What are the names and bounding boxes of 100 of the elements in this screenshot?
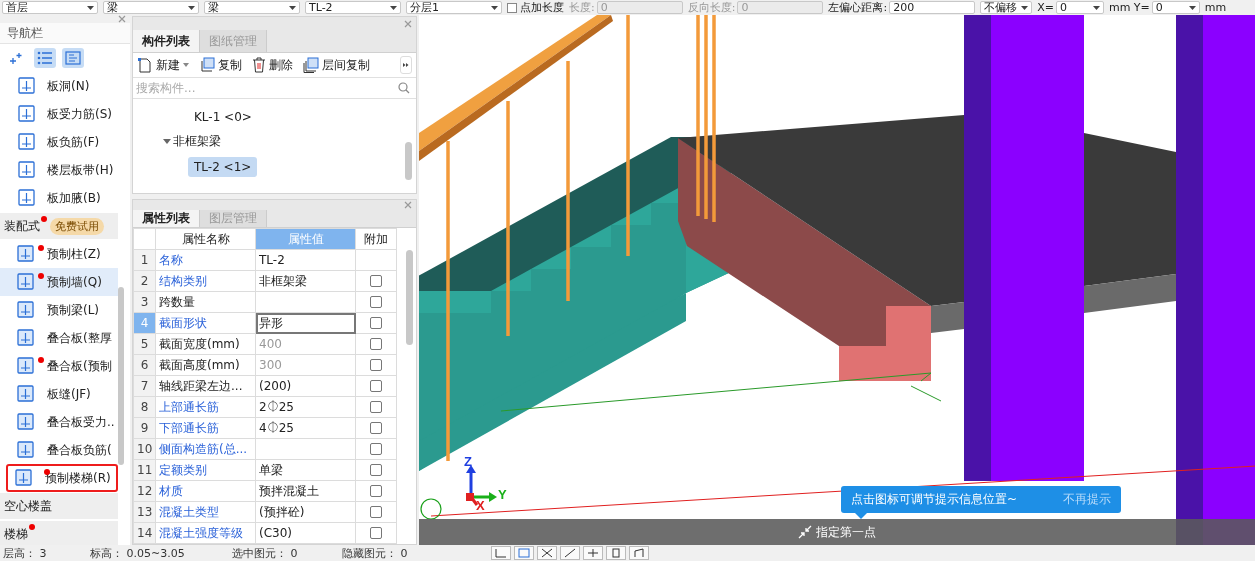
property-value[interactable]: 2⏀25 <box>255 396 356 418</box>
property-value[interactable]: 预拌混凝土 <box>255 480 356 502</box>
snap-icon <box>494 547 508 559</box>
property-value[interactable]: 非框架梁 <box>255 270 356 292</box>
chevron-icon <box>403 62 409 68</box>
input-field[interactable]: 0 <box>1055 1 1104 14</box>
unit-label: mm <box>1204 1 1227 14</box>
checkbox[interactable] <box>370 275 382 287</box>
checkbox[interactable] <box>370 296 382 308</box>
row-number: 4 <box>133 312 156 334</box>
nav-item[interactable]: 板洞(N) <box>0 72 118 100</box>
nav-item[interactable]: 叠合板受力.. <box>0 408 118 436</box>
tree-item[interactable]: KL-1 <0> <box>188 106 258 127</box>
property-value[interactable]: 4⏀25 <box>255 417 356 439</box>
checkbox[interactable] <box>370 464 382 476</box>
scrollbar[interactable] <box>406 250 413 345</box>
dropdown[interactable]: 梁 <box>204 1 300 14</box>
group-header[interactable]: 装配式 <box>4 218 40 233</box>
axis-label: Z <box>464 454 472 469</box>
caret-icon <box>491 5 498 10</box>
row-number: 8 <box>133 396 156 418</box>
scrollbar[interactable] <box>118 287 124 465</box>
property-name: 轴线距梁左边... <box>155 375 256 397</box>
caret-icon <box>390 5 397 10</box>
snap-tool-button[interactable] <box>560 546 580 560</box>
search-field[interactable]: 搜索构件... <box>136 81 356 95</box>
tree-item[interactable]: TL-2 <1> <box>188 156 258 177</box>
property-name: 定额类别 <box>155 459 256 481</box>
row-number: 9 <box>133 417 156 439</box>
nav-item[interactable]: 楼层板带(H) <box>0 156 118 184</box>
field-label: X= <box>1037 1 1054 14</box>
property-value[interactable]: 异形 <box>255 312 356 334</box>
nav-item[interactable]: 板负筋(F) <box>0 128 118 156</box>
group-header[interactable]: 楼梯 <box>4 526 28 541</box>
tooltip-text: 点击图标可调节提示信息位置~ <box>851 491 1018 508</box>
snap-tool-button[interactable] <box>629 546 649 560</box>
toolbar-button[interactable]: 新建 <box>137 56 189 74</box>
checkbox[interactable] <box>370 527 382 539</box>
toolbar-button[interactable]: 删除 <box>252 56 293 74</box>
dropdown[interactable]: 梁 <box>103 1 199 14</box>
axis-label: X <box>476 498 485 513</box>
trash-icon <box>252 57 266 73</box>
checkbox[interactable] <box>370 317 382 329</box>
nav-item[interactable]: 叠合板(整厚 <box>0 324 118 352</box>
component-icon <box>16 132 38 152</box>
scrollbar[interactable] <box>405 142 412 180</box>
property-name: 跨数量 <box>155 291 256 313</box>
checkbox[interactable] <box>507 2 517 13</box>
checkbox[interactable] <box>370 422 382 434</box>
snap-tool-button[interactable] <box>537 546 557 560</box>
nav-item[interactable]: 叠合板(预制 <box>0 352 118 380</box>
nav-item[interactable]: 预制梁(L) <box>0 296 118 324</box>
tab[interactable]: 构件列表 <box>133 30 200 52</box>
checkbox[interactable] <box>370 380 382 392</box>
close-icon[interactable] <box>404 201 412 209</box>
nav-item[interactable]: 预制楼梯(R) <box>6 464 118 492</box>
view-toggle-button[interactable] <box>34 48 56 68</box>
checkbox-label: 点加长度 <box>520 0 564 15</box>
property-value[interactable]: 单梁 <box>255 459 356 481</box>
component-icon <box>16 188 38 208</box>
dropdown[interactable]: TL-2 <box>305 1 401 14</box>
nav-item[interactable]: 板受力筋(S) <box>0 100 118 128</box>
toolbar-button[interactable]: 层间复制 <box>303 56 370 74</box>
checkbox[interactable] <box>370 359 382 371</box>
nav-item[interactable]: 叠合板负筋( <box>0 436 118 464</box>
toolbar-button[interactable]: 复制 <box>199 56 242 74</box>
column-header: 属性名称 <box>155 228 256 250</box>
property-value[interactable]: TL-2 <box>255 249 356 271</box>
row-number: 5 <box>133 333 156 355</box>
more-button[interactable] <box>400 56 412 74</box>
snap-icon <box>540 547 554 559</box>
component-icon <box>16 104 38 124</box>
input-field[interactable]: 0 <box>1151 1 1200 14</box>
property-value[interactable]: (200) <box>255 375 356 397</box>
checkbox[interactable] <box>370 338 382 350</box>
property-value[interactable]: (预拌砼) <box>255 501 356 523</box>
nav-item[interactable]: 板缝(JF) <box>0 380 118 408</box>
shrink-icon[interactable] <box>798 525 812 539</box>
nav-item[interactable]: 预制柱(Z) <box>0 240 118 268</box>
snap-icon <box>517 547 531 559</box>
expand-arrow-icon[interactable] <box>163 138 171 145</box>
nav-item[interactable]: 预制墙(Q) <box>0 268 118 296</box>
close-icon[interactable] <box>118 15 126 23</box>
nav-item[interactable]: 板加腋(B) <box>0 184 118 212</box>
close-icon[interactable] <box>404 19 412 28</box>
offset-dropdown[interactable]: 不偏移 <box>980 1 1033 14</box>
checkbox[interactable] <box>370 443 382 455</box>
row-number: 1 <box>133 249 156 271</box>
view-toggle-button[interactable] <box>62 48 84 68</box>
checkbox[interactable] <box>370 485 382 497</box>
property-value[interactable]: (C30) <box>255 522 356 544</box>
tree-item[interactable]: 非框架梁 <box>171 130 227 153</box>
dropdown[interactable]: 首层 <box>2 1 98 14</box>
dropdown[interactable]: 分层1 <box>406 1 502 14</box>
tab[interactable]: 属性列表 <box>133 210 200 227</box>
checkbox[interactable] <box>370 401 382 413</box>
checkbox[interactable] <box>370 506 382 518</box>
trial-badge[interactable]: 免费试用 <box>50 217 104 235</box>
row-number: 2 <box>133 270 156 292</box>
input-field[interactable]: 200 <box>889 1 976 14</box>
